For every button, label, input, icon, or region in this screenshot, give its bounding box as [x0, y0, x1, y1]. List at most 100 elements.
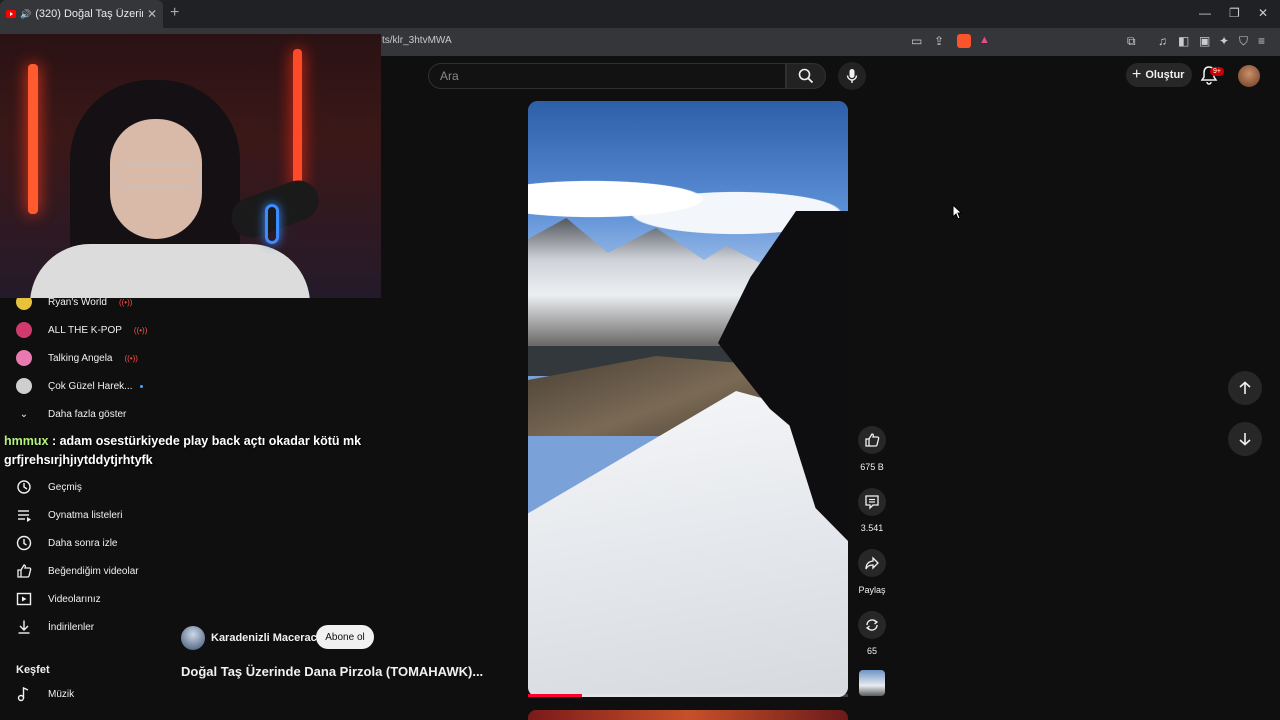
search-input[interactable]: Ara	[428, 63, 786, 89]
tab-close-button[interactable]: ✕	[147, 7, 157, 21]
leo-ai-icon[interactable]: ✦	[1219, 34, 1229, 48]
brave-rewards-icon[interactable]: ▲	[979, 34, 993, 48]
subscription-label: ALL THE K-POP	[48, 324, 122, 336]
live-indicator-icon: ((•))	[133, 325, 148, 335]
live-indicator-icon: ((•))	[118, 297, 133, 307]
sidebar-item-label: Daha sonra izle	[48, 537, 118, 549]
video-progress-fill	[528, 694, 582, 697]
sidebar-item-label: Videolarınız	[48, 593, 101, 605]
share-button[interactable]	[858, 549, 886, 577]
thumbs-up-icon	[865, 433, 880, 447]
browser-tab-bar	[0, 0, 1280, 28]
sidebar-item-label: Oynatma listeleri	[48, 509, 123, 521]
subscribe-button[interactable]: Abone ol	[316, 625, 374, 649]
sidebar-item-history[interactable]: Geçmiş	[16, 476, 82, 498]
new-tab-button[interactable]: +	[170, 4, 179, 22]
watch-later-icon	[16, 535, 32, 551]
chat-user: hmmux	[4, 434, 49, 448]
media-icon[interactable]: ♫	[1158, 34, 1167, 48]
short-video-player[interactable]	[528, 101, 848, 697]
cast-icon[interactable]: ▭	[911, 34, 922, 48]
next-short-preview[interactable]	[528, 710, 848, 720]
playlist-icon	[16, 507, 32, 523]
chat-text: : adam osestürkiyede play back açtı okad…	[4, 434, 362, 467]
brave-shield-icon[interactable]	[957, 34, 971, 48]
search-icon	[798, 68, 814, 84]
sidebar-item-playlists[interactable]: Oynatma listeleri	[16, 504, 122, 526]
voice-search-button[interactable]	[838, 62, 866, 90]
sidebar-item-label: Beğendiğim videolar	[48, 565, 139, 577]
neon-light	[293, 49, 302, 189]
previous-short-button[interactable]	[1228, 371, 1262, 405]
your-videos-icon	[16, 591, 32, 607]
youtube-favicon-icon	[6, 10, 16, 18]
subscription-label: Ryan's World	[48, 296, 107, 308]
restore-icon[interactable]: ❐	[1229, 6, 1240, 20]
remix-button[interactable]	[858, 611, 886, 639]
comment-icon	[865, 495, 879, 510]
streamer-shirt	[30, 244, 310, 298]
like-icon	[16, 563, 32, 579]
channel-avatar-icon	[16, 350, 32, 366]
stream-chat-message: hmmux : adam osestürkiyede play back açt…	[4, 432, 384, 470]
channel-avatar[interactable]	[181, 626, 205, 650]
sidebar-item-music[interactable]: Müzik	[16, 683, 74, 705]
comment-count: 3.541	[860, 523, 884, 533]
browser-menu-icon[interactable]: ≡	[1258, 34, 1265, 48]
music-icon	[16, 686, 32, 702]
comments-button[interactable]	[858, 488, 886, 516]
screenshot-icon[interactable]: ⧉	[1127, 34, 1136, 49]
create-button[interactable]: + Oluştur	[1126, 63, 1192, 87]
share-page-icon[interactable]: ⇪	[934, 34, 944, 48]
remix-icon	[865, 619, 879, 631]
sidebar-item-label: Müzik	[48, 688, 75, 700]
neon-light	[28, 64, 38, 214]
sound-thumbnail[interactable]	[859, 670, 885, 696]
sidebar-subscription-cok-guzel-hareketler[interactable]: Çok Güzel Harek...	[16, 375, 144, 397]
sidebar-item-label: İndirilenler	[48, 621, 95, 633]
search-button[interactable]	[786, 63, 826, 89]
show-more-button[interactable]: ⌄ Daha fazla göster	[16, 403, 127, 425]
streamer-glasses	[114, 164, 200, 188]
vpn-icon[interactable]: ⛉	[1239, 34, 1248, 49]
subscription-label: Çok Güzel Harek...	[48, 380, 133, 392]
notification-badge: 9+	[1210, 67, 1224, 76]
streamer-webcam-overlay	[0, 34, 381, 298]
mouse-cursor-icon	[952, 203, 963, 225]
remix-count: 65	[866, 646, 877, 656]
like-count: 675 B	[860, 462, 884, 472]
sidebar-item-watch-later[interactable]: Daha sonra izle	[16, 532, 117, 554]
download-icon	[16, 619, 32, 635]
channel-name[interactable]: Karadenizli Maceracı	[211, 632, 320, 644]
microphone-icon	[846, 69, 858, 83]
wallet-icon[interactable]: ▣	[1199, 34, 1210, 48]
microphone-light	[265, 204, 279, 244]
history-icon	[16, 479, 32, 495]
share-icon	[865, 556, 879, 570]
short-title[interactable]: Doğal Taş Üzerinde Dana Pirzola (TOMAHAW…	[181, 664, 483, 679]
arrow-up-icon	[1239, 381, 1251, 394]
sidebar-item-label: Geçmiş	[48, 481, 82, 493]
arrow-down-icon	[1239, 433, 1251, 446]
next-short-button[interactable]	[1228, 422, 1262, 456]
window-close-icon[interactable]: ✕	[1258, 6, 1268, 20]
live-indicator-icon: ((•))	[124, 353, 138, 363]
sidebar-item-downloads[interactable]: İndirilenler	[16, 616, 94, 638]
sidebar-subscription-talking-angela[interactable]: Talking Angela ((•))	[16, 347, 138, 369]
browser-tab[interactable]: 🔊 (320) Doğal Taş Üzerinde Dana ✕	[0, 0, 163, 28]
account-avatar[interactable]	[1238, 65, 1260, 87]
minimize-icon[interactable]: —	[1199, 6, 1211, 20]
share-label: Paylaş	[858, 585, 886, 595]
sidebar-item-your-videos[interactable]: Videolarınız	[16, 588, 101, 610]
sidebar-subscription-all-the-kpop[interactable]: ALL THE K-POP ((•))	[16, 319, 147, 341]
like-button[interactable]	[858, 426, 886, 454]
sidebar-toggle-icon[interactable]: ◧	[1178, 34, 1189, 48]
channel-avatar-icon	[16, 378, 32, 394]
url-text[interactable]: ts/klr_3htvMWA	[382, 35, 452, 46]
explore-section-title: Keşfet	[16, 664, 50, 676]
create-label: Oluştur	[1145, 69, 1185, 81]
show-more-label: Daha fazla göster	[48, 408, 127, 420]
subscription-label: Talking Angela	[48, 352, 113, 364]
plus-icon: +	[1132, 66, 1142, 83]
sidebar-item-liked-videos[interactable]: Beğendiğim videolar	[16, 560, 139, 582]
